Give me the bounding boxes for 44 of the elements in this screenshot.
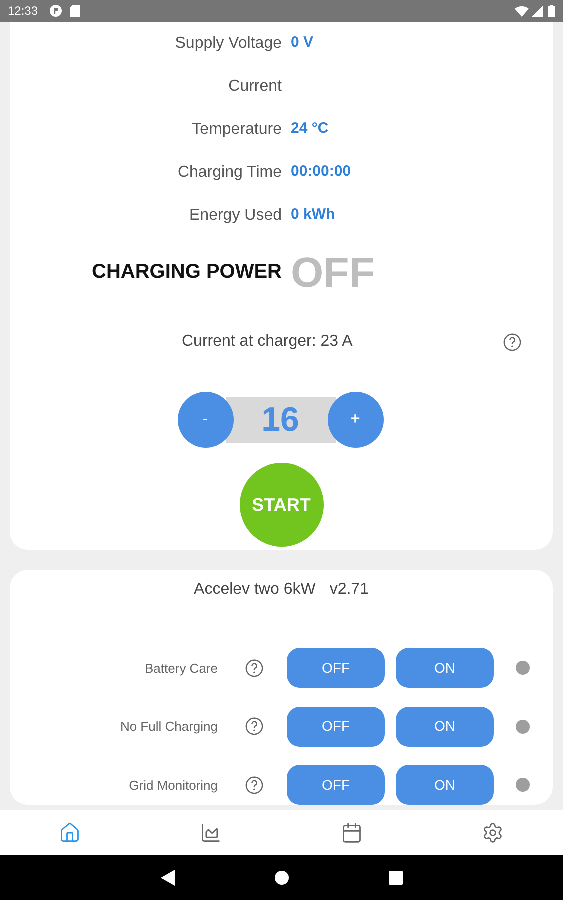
back-icon[interactable]: [160, 870, 174, 886]
help-icon[interactable]: [245, 658, 264, 678]
help-icon[interactable]: [245, 776, 264, 795]
firmware-version: v2.71: [330, 580, 369, 600]
reading-label: Charging Time: [176, 162, 282, 182]
charging-power-value: OFF: [291, 248, 375, 298]
wifi-icon: [515, 6, 529, 16]
notification-icon: [50, 5, 62, 17]
help-icon[interactable]: [503, 332, 522, 352]
off-button[interactable]: OFF: [287, 765, 385, 805]
reading-label: Temperature: [191, 120, 282, 140]
off-button[interactable]: OFF: [287, 706, 385, 747]
off-button[interactable]: OFF: [287, 648, 385, 688]
on-button[interactable]: ON: [396, 648, 494, 688]
reading-label: Supply Voltage: [174, 34, 282, 54]
home-tab-icon[interactable]: [59, 822, 82, 844]
increase-button[interactable]: +: [328, 392, 384, 448]
calendar-tab-icon[interactable]: [340, 822, 363, 844]
reading-value: 0 V: [291, 33, 314, 54]
reading-value: 00:00:00: [291, 162, 352, 182]
home-icon[interactable]: [274, 870, 288, 884]
current-limit-value: 16: [226, 397, 336, 443]
chart-tab-icon[interactable]: [200, 822, 222, 844]
reading-label: Current: [228, 76, 282, 96]
status-time: 12:33: [8, 3, 38, 20]
on-button[interactable]: ON: [396, 706, 494, 747]
sd-card-icon: [70, 5, 80, 17]
recents-icon[interactable]: [388, 870, 402, 884]
setting-label: No Full Charging: [119, 718, 218, 736]
help-icon[interactable]: [245, 717, 264, 736]
setting-label: Battery Care: [144, 660, 218, 678]
start-button[interactable]: START: [240, 463, 324, 547]
setting-label: Grid Monitoring: [128, 776, 218, 795]
reading-value: 0 kWh: [291, 205, 336, 226]
charging-power-label: CHARGING POWER: [91, 260, 282, 285]
signal-icon: [532, 6, 543, 16]
device-name: Accelev two 6kW: [194, 580, 316, 600]
battery-icon: [548, 5, 555, 17]
settings-tab-icon[interactable]: [482, 822, 504, 844]
reading-value: 24 °C: [291, 119, 329, 140]
on-button[interactable]: ON: [396, 765, 494, 805]
decrease-button[interactable]: -: [178, 392, 234, 448]
current-at-charger: Current at charger: 23 A: [182, 332, 353, 352]
reading-label: Energy Used: [188, 206, 282, 226]
